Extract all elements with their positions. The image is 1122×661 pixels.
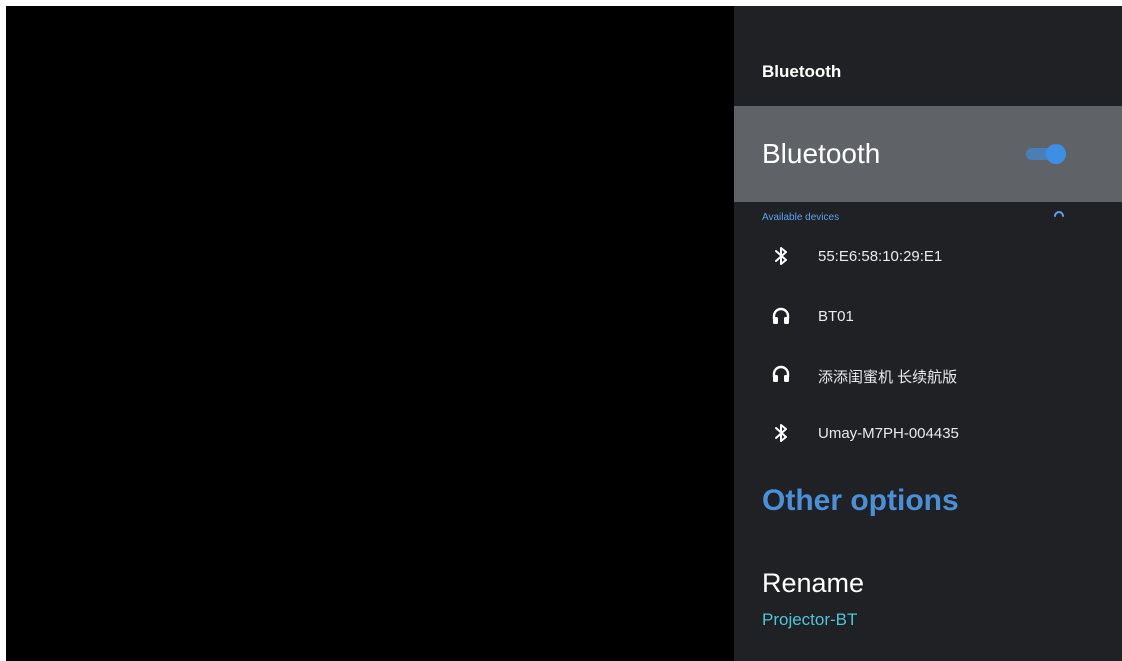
available-devices-header: Available devices (762, 212, 840, 223)
device-row[interactable]: 55:E6:58:10:29:E1 (734, 230, 1122, 288)
other-options-header: Other options (762, 484, 959, 517)
device-row[interactable]: BT01 (734, 290, 1122, 348)
tv-screen: Bluetooth Bluetooth Available devices 55… (6, 6, 1122, 661)
device-name: 添添闺蜜机 长续航版 (818, 369, 958, 386)
device-row[interactable]: 添添闺蜜机 长续航版 (734, 348, 1122, 406)
device-name: Umay-M7PH-004435 (818, 425, 959, 442)
bluetooth-toggle-label: Bluetooth (762, 138, 881, 169)
headphones-icon (772, 365, 790, 382)
panel-title: Bluetooth (762, 62, 842, 81)
bluetooth-icon (775, 424, 787, 442)
headphones-icon (772, 307, 790, 324)
bluetooth-settings-panel: Bluetooth Bluetooth Available devices 55… (734, 6, 1122, 661)
bluetooth-toggle-row[interactable]: Bluetooth (734, 106, 1122, 202)
switch-thumb (1046, 144, 1066, 164)
bluetooth-switch[interactable] (1026, 144, 1068, 164)
rename-value: Projector-BT (762, 610, 858, 629)
rename-title: Rename (762, 568, 865, 598)
device-row[interactable]: Umay-M7PH-004435 (734, 407, 1122, 465)
device-name: 55:E6:58:10:29:E1 (818, 248, 943, 265)
spinner-icon (1054, 211, 1064, 217)
device-name: BT01 (818, 308, 854, 325)
bluetooth-icon (775, 247, 787, 265)
